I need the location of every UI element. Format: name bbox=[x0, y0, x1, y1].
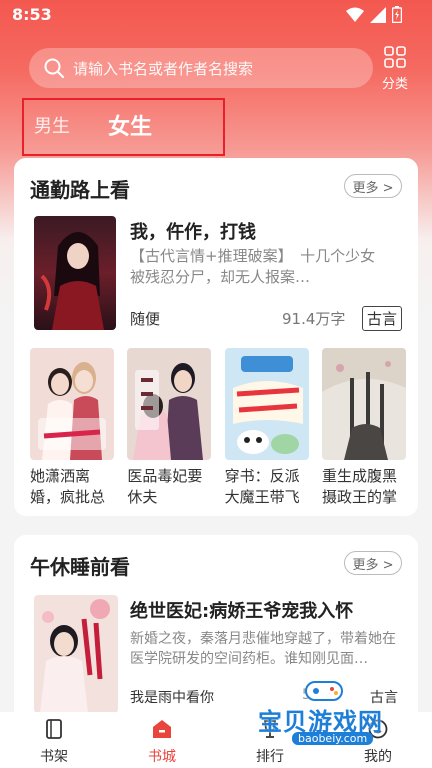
book-grid: 她潇洒离婚，疯批总裁悔哭了 医品毒妃要休夫 bbox=[30, 348, 406, 508]
status-time: 8:53 bbox=[12, 5, 52, 24]
book-icon bbox=[46, 719, 62, 739]
book-genre-tag: 古言 bbox=[361, 306, 402, 331]
tab-female[interactable]: 女生 bbox=[108, 109, 152, 141]
search-icon bbox=[44, 58, 65, 79]
grid-icon bbox=[384, 46, 406, 68]
category-button[interactable]: 分类 bbox=[378, 46, 412, 92]
watermark-url: baobeiy.com bbox=[292, 732, 374, 745]
book-title[interactable]: 绝世医妃:病娇王爷宠我入怀 bbox=[130, 597, 353, 623]
nav-bookstore[interactable]: 书城 bbox=[108, 712, 216, 768]
battery-icon bbox=[392, 6, 402, 23]
grid-book-title: 穿书：反派大魔王带飞全家 bbox=[224, 467, 300, 506]
nav-bookshelf[interactable]: 书架 bbox=[0, 712, 108, 768]
book-cover[interactable] bbox=[127, 348, 212, 460]
grid-book-title: 重生成腹黑摄政王的掌中娇 bbox=[321, 467, 397, 506]
book-author: 随便 bbox=[130, 310, 161, 328]
grid-book-2[interactable]: 医品毒妃要休夫 bbox=[127, 348, 212, 508]
nav-label: 排行 bbox=[256, 749, 284, 765]
section-title: 通勤路上看 bbox=[30, 178, 130, 202]
grid-book-1[interactable]: 她潇洒离婚，疯批总裁悔哭了 bbox=[30, 348, 114, 508]
grid-book-4[interactable]: 重生成腹黑摄政王的掌中娇 bbox=[321, 348, 406, 508]
book-title[interactable]: 我，仵作，打钱 bbox=[130, 218, 256, 244]
book-cover[interactable] bbox=[34, 595, 118, 713]
more-button[interactable]: 更多 > bbox=[344, 551, 402, 575]
grid-book-title: 她潇洒离婚，疯批总裁悔哭了 bbox=[30, 467, 106, 506]
book-cover[interactable] bbox=[321, 348, 406, 460]
book-author: 我是雨中看你 bbox=[130, 690, 214, 706]
nav-label: 书架 bbox=[40, 749, 68, 765]
wifi-icon bbox=[346, 7, 364, 22]
book-word-count: 91.4万字 bbox=[282, 310, 346, 328]
book-cover[interactable] bbox=[34, 216, 116, 330]
nav-label: 我的 bbox=[364, 749, 392, 765]
nav-label: 书城 bbox=[148, 749, 176, 765]
gender-tabs: 男生 女生 bbox=[22, 98, 225, 156]
tab-male[interactable]: 男生 bbox=[34, 112, 70, 138]
header: 请输入书名或者作者名搜索 分类 bbox=[0, 44, 432, 92]
search-input[interactable]: 请输入书名或者作者名搜索 bbox=[29, 48, 373, 88]
status-icons bbox=[346, 6, 402, 23]
gamepad-icon bbox=[305, 681, 343, 701]
section-commute: 通勤路上看 更多 > 我，仵作，打钱 【古代言情+推理破案】 十几个少女被残忍分… bbox=[14, 158, 418, 516]
search-placeholder: 请输入书名或者作者名搜索 bbox=[73, 59, 254, 78]
section-title: 午休睡前看 bbox=[30, 555, 130, 579]
category-label: 分类 bbox=[381, 77, 408, 92]
book-description: 新婚之夜，秦落月悲催地穿越了，带着她在医学院研发的空间药柜。谁知刚见面… bbox=[130, 631, 396, 667]
more-button[interactable]: 更多 > bbox=[344, 174, 402, 198]
status-bar: 8:53 bbox=[0, 0, 432, 30]
home-icon bbox=[153, 720, 171, 738]
grid-book-title: 医品毒妃要休夫 bbox=[127, 467, 203, 506]
book-cover[interactable] bbox=[224, 348, 309, 460]
signal-icon bbox=[370, 6, 386, 23]
book-description: 【古代言情+推理破案】 十几个少女被残忍分尸，却无人报案… bbox=[130, 247, 376, 286]
watermark: 宝贝游戏网 baobeiy.com bbox=[254, 676, 404, 748]
grid-book-3[interactable]: 穿书：反派大魔王带飞全家 bbox=[224, 348, 309, 508]
book-cover[interactable] bbox=[30, 348, 114, 460]
